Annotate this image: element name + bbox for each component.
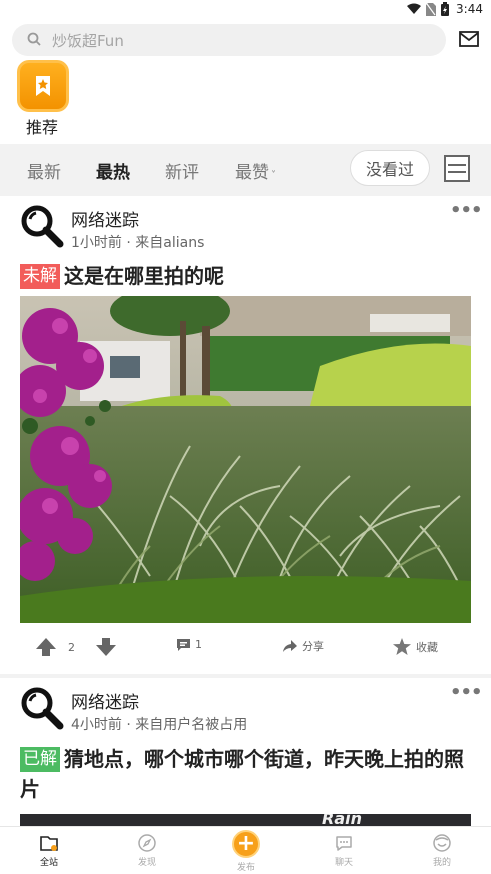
upvote-count: 2 xyxy=(68,640,75,654)
layout-toggle-icon[interactable] xyxy=(444,155,470,182)
search-placeholder: 炒饭超Fun xyxy=(52,31,124,50)
post-image[interactable] xyxy=(20,296,471,623)
nav-profile-label: 我的 xyxy=(432,858,451,868)
publish-button[interactable]: + xyxy=(232,830,260,858)
comment-count: 1 xyxy=(195,638,202,651)
up-arrow-icon xyxy=(36,638,56,656)
post-author[interactable]: 网络迷踪 xyxy=(71,206,139,231)
home-icon xyxy=(40,836,58,851)
profile-icon xyxy=(433,834,451,852)
post-title-text: 猜地点，哪个城市哪个街道，昨天晚上拍的照片 xyxy=(20,747,464,801)
category-row: 推荐 xyxy=(0,60,491,144)
tab-most-liked-label: 最赞 xyxy=(235,163,269,183)
bottom-nav: 全站 发现 + 发布 聊天 我的 xyxy=(0,826,491,874)
plus-icon: + xyxy=(236,831,256,856)
upvote-button[interactable]: 2 xyxy=(36,638,75,656)
garden-photo xyxy=(20,296,471,623)
layout-line xyxy=(448,164,466,166)
post-title-text: 这是在哪里拍的呢 xyxy=(64,264,224,288)
tab-most-liked[interactable]: 最赞 ˅ xyxy=(235,158,276,183)
post-card[interactable]: 网络迷踪 4小时前 · 来自用户名被占用 ••• 已解 猜地点，哪个城市哪个街道，… xyxy=(0,678,491,826)
layout-line xyxy=(448,171,466,173)
battery-icon xyxy=(441,2,450,16)
top-bar: 炒饭超Fun xyxy=(0,20,491,60)
share-button[interactable]: 分享 xyxy=(283,638,324,654)
post-title[interactable]: 未解 这是在哪里拍的呢 xyxy=(20,261,472,291)
post-image[interactable]: Rain xyxy=(20,814,471,826)
star-icon xyxy=(393,638,411,655)
nav-publish-label[interactable]: 发布 xyxy=(216,860,276,873)
status-time: 3:44 xyxy=(456,2,483,16)
post-title[interactable]: 已解 猜地点，哪个城市哪个街道，昨天晚上拍的照片 xyxy=(20,744,472,804)
more-options-icon[interactable]: ••• xyxy=(450,682,483,703)
image-sign-text: Rain xyxy=(322,814,362,826)
more-options-icon[interactable]: ••• xyxy=(450,200,483,221)
status-badge-unsolved: 未解 xyxy=(20,264,60,289)
search-bar[interactable]: 炒饭超Fun xyxy=(12,24,446,56)
mail-icon[interactable] xyxy=(458,29,480,49)
status-badge-solved: 已解 xyxy=(20,747,60,772)
nav-chat[interactable]: 聊天 xyxy=(314,833,374,868)
nav-chat-label: 聊天 xyxy=(334,858,353,868)
status-icons: 3:44 xyxy=(407,2,483,16)
status-bar: 3:44 xyxy=(0,0,491,20)
post-meta: 4小时前 · 来自用户名被占用 xyxy=(71,717,248,733)
share-icon xyxy=(283,640,297,652)
magnifier-avatar-icon[interactable] xyxy=(20,204,64,248)
collect-label: 收藏 xyxy=(416,640,438,654)
recommend-category-button[interactable] xyxy=(17,60,69,112)
tab-latest[interactable]: 最新 xyxy=(27,158,61,183)
bookmark-star-icon xyxy=(36,76,50,96)
chevron-down-icon: ˅ xyxy=(271,170,276,181)
nav-home[interactable]: 全站 xyxy=(19,833,79,868)
compass-icon xyxy=(138,834,156,852)
post-author[interactable]: 网络迷踪 xyxy=(71,688,139,713)
unseen-filter-button[interactable]: 没看过 xyxy=(350,150,430,186)
post-meta: 1小时前 · 来自alians xyxy=(71,235,205,251)
comment-icon xyxy=(177,638,190,651)
comment-button[interactable]: 1 xyxy=(177,638,202,651)
magnifier-avatar-icon[interactable] xyxy=(20,686,64,730)
down-arrow-icon[interactable] xyxy=(96,638,116,656)
nav-discover[interactable]: 发现 xyxy=(117,833,177,868)
nav-home-label: 全站 xyxy=(39,858,58,868)
post-card[interactable]: 网络迷踪 1小时前 · 来自alians ••• 未解 这是在哪里拍的呢 2 1… xyxy=(0,196,491,674)
chat-icon xyxy=(336,836,352,851)
no-sim-icon xyxy=(426,2,437,16)
share-label: 分享 xyxy=(302,640,324,653)
wifi-icon xyxy=(407,3,422,14)
recommend-category-label: 推荐 xyxy=(26,118,59,137)
search-icon xyxy=(27,32,41,46)
sort-tabs: 最新 最热 新评 最赞 ˅ 没看过 xyxy=(0,144,491,194)
tab-hottest[interactable]: 最热 xyxy=(96,158,130,183)
collect-button[interactable]: 收藏 xyxy=(393,638,438,655)
tab-new-comments[interactable]: 新评 xyxy=(165,158,199,183)
nav-profile[interactable]: 我的 xyxy=(412,833,472,868)
nav-discover-label: 发现 xyxy=(137,858,156,868)
post-actions: 2 1 分享 收藏 xyxy=(0,632,491,662)
